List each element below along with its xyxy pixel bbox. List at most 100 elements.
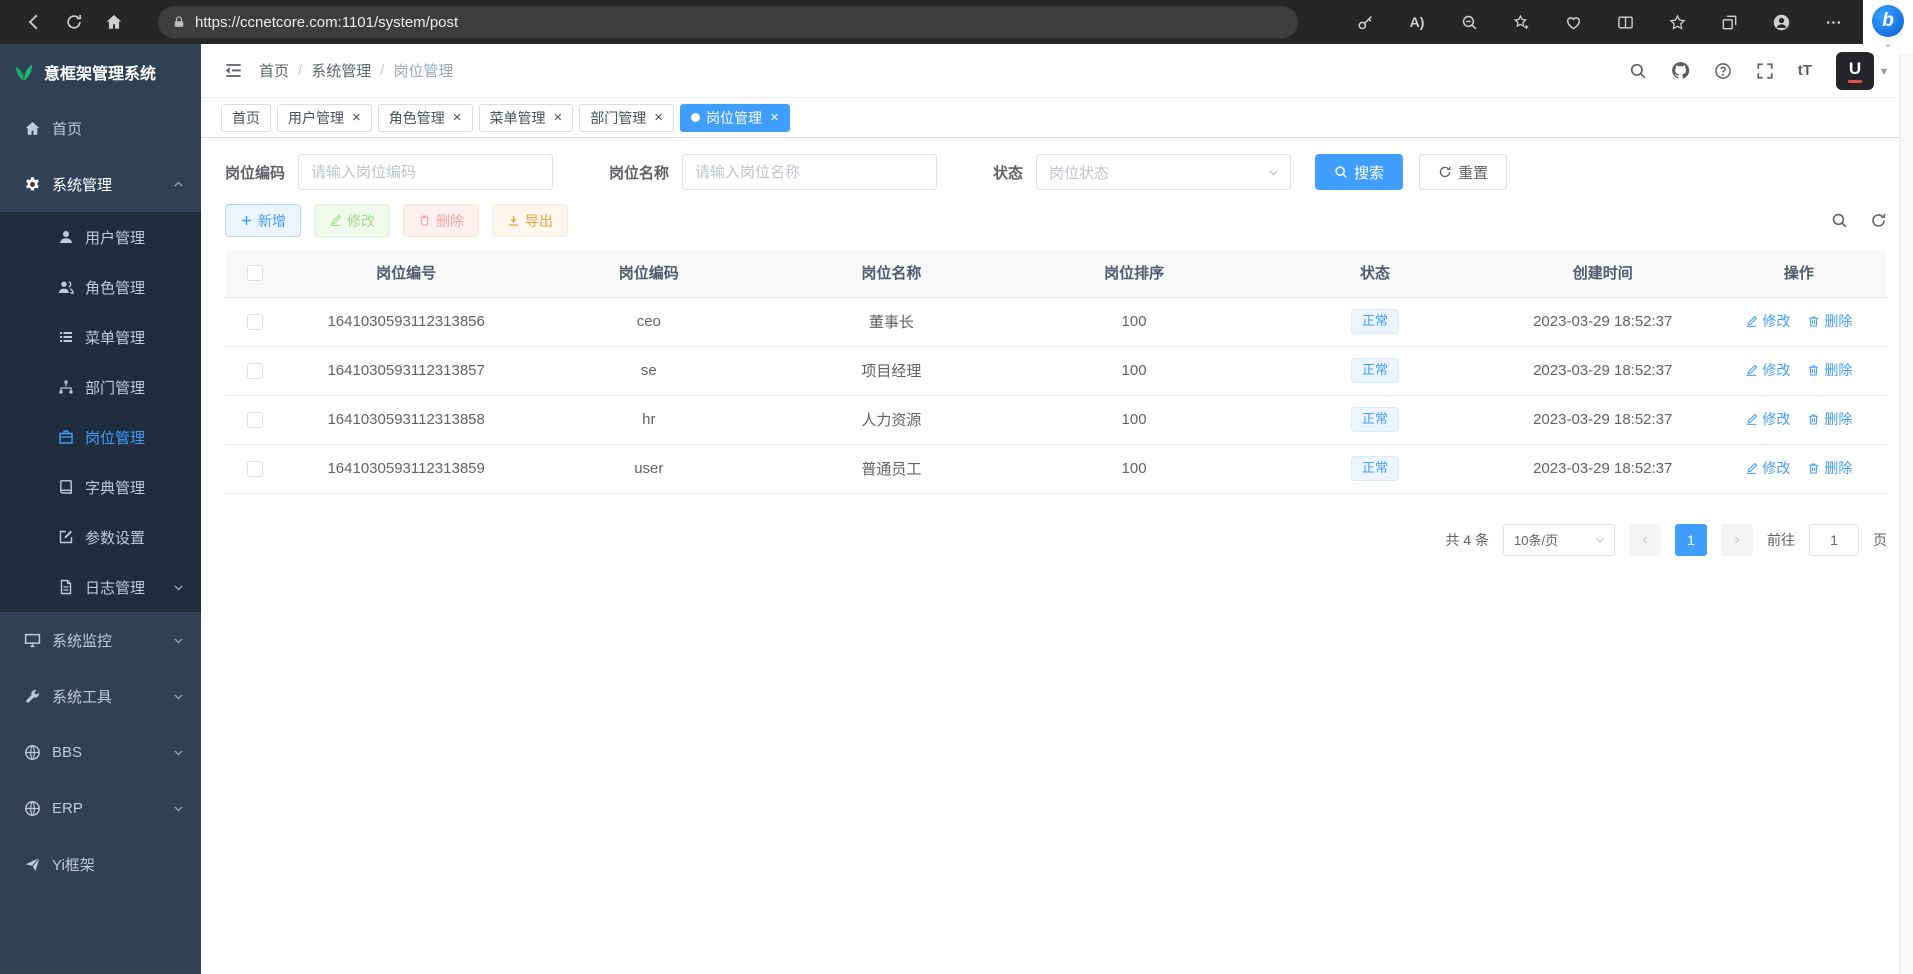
app-logo[interactable]: 意框架管理系统	[0, 44, 201, 100]
tab-menu-management[interactable]: 菜单管理×	[479, 104, 574, 132]
search-icon[interactable]	[1629, 62, 1647, 80]
refresh-icon[interactable]	[54, 5, 94, 39]
collapse-sidebar-button[interactable]	[224, 61, 243, 80]
monitor-icon	[24, 632, 41, 649]
sidebar-item-menu-management[interactable]: 菜单管理	[0, 312, 201, 362]
reset-button[interactable]: 重置	[1419, 154, 1507, 190]
close-tab-icon[interactable]: ×	[654, 110, 663, 125]
app-header: 首页/系统管理/岗位管理 tT U ▾	[201, 44, 1913, 98]
export-button[interactable]: 导出	[492, 204, 568, 237]
post-name-input[interactable]	[682, 154, 937, 190]
trash-icon	[1807, 364, 1820, 377]
post-code-input[interactable]	[298, 154, 553, 190]
breadcrumb-item-home[interactable]: 首页	[259, 60, 289, 81]
collections-icon[interactable]	[1711, 5, 1747, 39]
home-icon[interactable]	[94, 5, 134, 39]
favorites-icon[interactable]	[1659, 5, 1695, 39]
goto-page-input[interactable]	[1809, 524, 1859, 556]
sidebar-item-user-management[interactable]: 用户管理	[0, 212, 201, 262]
page-scrollbar[interactable]	[1899, 44, 1913, 974]
bing-discover-icon[interactable]: b ⌄	[1863, 0, 1913, 54]
tab-home[interactable]: 首页	[221, 104, 271, 132]
plus-icon	[240, 214, 253, 227]
send-icon	[24, 856, 41, 873]
row-edit-link[interactable]: 修改	[1745, 409, 1790, 429]
select-all-checkbox[interactable]	[247, 265, 263, 281]
sidebar-item-erp[interactable]: ERP	[0, 780, 201, 836]
refresh-table-icon[interactable]	[1870, 212, 1887, 229]
add-button[interactable]: 新增	[225, 204, 301, 237]
close-tab-icon[interactable]: ×	[453, 110, 462, 125]
back-icon[interactable]	[14, 5, 54, 39]
row-delete-link[interactable]: 删除	[1807, 360, 1852, 380]
row-checkbox[interactable]	[247, 461, 263, 477]
row-delete-link[interactable]: 删除	[1807, 409, 1852, 429]
sidebar-item-param-settings[interactable]: 参数设置	[0, 512, 201, 562]
delete-button[interactable]: 删除	[403, 204, 479, 237]
chevron-down-icon[interactable]: ⌄	[1883, 39, 1892, 50]
browser-chrome: https://ccnetcore.com:1101/system/post A…	[0, 0, 1913, 44]
tab-role-management[interactable]: 角色管理×	[378, 104, 473, 132]
breadcrumb-separator: /	[298, 62, 302, 79]
sidebar-item-bbs[interactable]: BBS	[0, 724, 201, 780]
status-select[interactable]: 岗位状态	[1036, 154, 1291, 190]
row-checkbox[interactable]	[247, 314, 263, 330]
font-size-icon[interactable]: tT	[1798, 62, 1812, 79]
prev-page-button[interactable]: ‹	[1629, 524, 1661, 556]
fullscreen-icon[interactable]	[1756, 62, 1774, 80]
sidebar-item-dict-management[interactable]: 字典管理	[0, 462, 201, 512]
sidebar-item-system-monitor[interactable]: 系统监控	[0, 612, 201, 668]
sidebar-item-log-management[interactable]: 日志管理	[0, 562, 201, 612]
key-icon[interactable]	[1347, 5, 1383, 39]
sidebar-item-dept-management[interactable]: 部门管理	[0, 362, 201, 412]
sidebar-item-post-management[interactable]: 岗位管理	[0, 412, 201, 462]
sidebar-item-home[interactable]: 首页	[0, 100, 201, 156]
bing-logo[interactable]: b	[1872, 5, 1904, 37]
sidebar-item-system-management[interactable]: 系统管理	[0, 156, 201, 212]
edit-button[interactable]: 修改	[314, 204, 390, 237]
close-tab-icon[interactable]: ×	[554, 110, 563, 125]
page-number-1[interactable]: 1	[1675, 524, 1707, 556]
row-edit-link[interactable]: 修改	[1745, 311, 1790, 331]
profile-icon[interactable]	[1763, 5, 1799, 39]
user-avatar[interactable]: U ▾	[1836, 52, 1887, 90]
next-page-button[interactable]: ›	[1721, 524, 1753, 556]
row-edit-link[interactable]: 修改	[1745, 360, 1790, 380]
url-text[interactable]: https://ccnetcore.com:1101/system/post	[195, 14, 458, 31]
show-search-icon[interactable]	[1831, 212, 1848, 229]
zoom-icon[interactable]	[1451, 5, 1487, 39]
tab-post-management[interactable]: 岗位管理×	[680, 104, 790, 132]
github-icon[interactable]	[1671, 61, 1690, 80]
question-icon[interactable]	[1714, 62, 1732, 80]
row-checkbox[interactable]	[247, 412, 263, 428]
row-delete-link[interactable]: 删除	[1807, 458, 1852, 478]
split-screen-icon[interactable]	[1607, 5, 1643, 39]
tab-dept-management[interactable]: 部门管理×	[579, 104, 674, 132]
row-edit-link[interactable]: 修改	[1745, 458, 1790, 478]
tab-user-management[interactable]: 用户管理×	[277, 104, 372, 132]
column-header: 状态	[1255, 249, 1494, 297]
row-delete-link[interactable]: 删除	[1807, 311, 1852, 331]
cell-name: 项目经理	[770, 346, 1013, 395]
status-badge: 正常	[1351, 456, 1399, 480]
table-body: 1641030593112313856ceo董事长100正常2023-03-29…	[225, 297, 1887, 493]
row-checkbox[interactable]	[247, 363, 263, 379]
trash-icon	[1807, 462, 1820, 475]
close-tab-icon[interactable]: ×	[352, 110, 361, 125]
sidebar-item-system-tools[interactable]: 系统工具	[0, 668, 201, 724]
sidebar-menu: 首页系统管理用户管理角色管理菜单管理部门管理岗位管理字典管理参数设置日志管理系统…	[0, 100, 201, 892]
address-bar[interactable]: https://ccnetcore.com:1101/system/post	[158, 6, 1298, 38]
cell-name: 董事长	[770, 297, 1013, 346]
page-size-select[interactable]: 10条/页	[1503, 524, 1615, 556]
search-button[interactable]: 搜索	[1315, 154, 1403, 190]
sidebar-item-role-management[interactable]: 角色管理	[0, 262, 201, 312]
sidebar-item-yi-framework[interactable]: Yi框架	[0, 836, 201, 892]
breadcrumb-item-system-management[interactable]: 系统管理	[311, 60, 371, 81]
refresh-icon	[1438, 165, 1452, 179]
cell-created: 2023-03-29 18:52:37	[1495, 444, 1711, 493]
browser-essentials-icon[interactable]	[1555, 5, 1591, 39]
favorites-add-icon[interactable]	[1503, 5, 1539, 39]
close-tab-icon[interactable]: ×	[770, 110, 779, 125]
read-aloud-icon[interactable]: A)	[1399, 5, 1435, 39]
settings-ellipsis-icon[interactable]	[1815, 5, 1851, 39]
